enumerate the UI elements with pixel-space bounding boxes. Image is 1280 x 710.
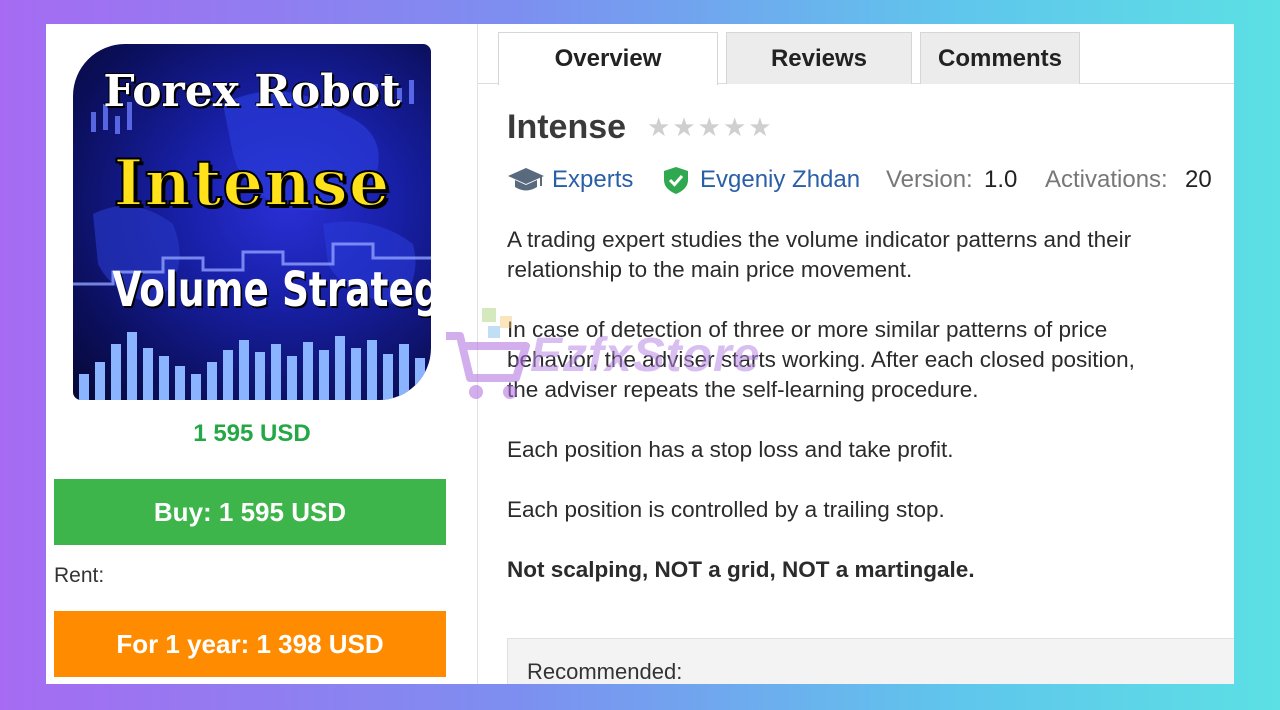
graduation-cap-icon: [507, 165, 545, 202]
category-link[interactable]: Experts: [552, 166, 633, 194]
product-price: 1 595 USD: [193, 420, 311, 447]
description-line: relationship to the main price movement.: [507, 257, 913, 282]
rent-label: Rent:: [54, 564, 105, 587]
description-line: Not scalping, NOT a grid, NOT a martinga…: [507, 557, 975, 582]
version-label: Version:: [886, 166, 973, 193]
star-empty-icon[interactable]: ★: [748, 113, 771, 143]
product-sidebar: Forex Robot Intense Volume Strategy 1 59…: [46, 24, 478, 684]
recommended-section: Recommended:: [507, 638, 1234, 684]
buy-button[interactable]: Buy: 1 595 USD: [54, 479, 446, 545]
activations-value: 20: [1185, 166, 1212, 193]
version-value: 1.0: [984, 166, 1018, 193]
recommended-label: Recommended:: [527, 659, 683, 684]
shopping-cart-icon: [446, 308, 530, 399]
description-line: A trading expert studies the volume indi…: [507, 227, 1132, 252]
description-line: Each position has a stop loss and take p…: [507, 437, 954, 462]
tab-comments[interactable]: Comments: [920, 32, 1080, 84]
star-empty-icon[interactable]: ★: [723, 113, 746, 143]
page-title: Intense: [507, 108, 627, 146]
image-subtitle: Volume Strategy: [112, 262, 431, 318]
rent-1-year-button[interactable]: For 1 year: 1 398 USD: [54, 611, 446, 677]
verified-shield-icon: [662, 165, 690, 202]
rating-stars[interactable]: ★★★★★: [647, 113, 774, 143]
watermark: EzfxStore: [442, 306, 862, 406]
tab-reviews[interactable]: Reviews: [726, 32, 912, 84]
watermark-text: EzfxStore: [530, 329, 761, 382]
star-empty-icon[interactable]: ★: [698, 113, 721, 143]
image-product-name: Intense: [112, 145, 391, 222]
product-image: Forex Robot Intense Volume Strategy: [73, 44, 431, 400]
tab-overview[interactable]: Overview: [498, 32, 718, 85]
star-empty-icon[interactable]: ★: [647, 113, 670, 143]
image-title-line: Forex Robot: [103, 66, 401, 117]
activations-label: Activations:: [1045, 166, 1168, 193]
author-link[interactable]: Evgeniy Zhdan: [700, 166, 860, 194]
page-frame: Forex Robot Intense Volume Strategy 1 59…: [46, 24, 1234, 684]
description-line: Each position is controlled by a trailin…: [507, 497, 945, 522]
star-empty-icon[interactable]: ★: [672, 113, 695, 143]
